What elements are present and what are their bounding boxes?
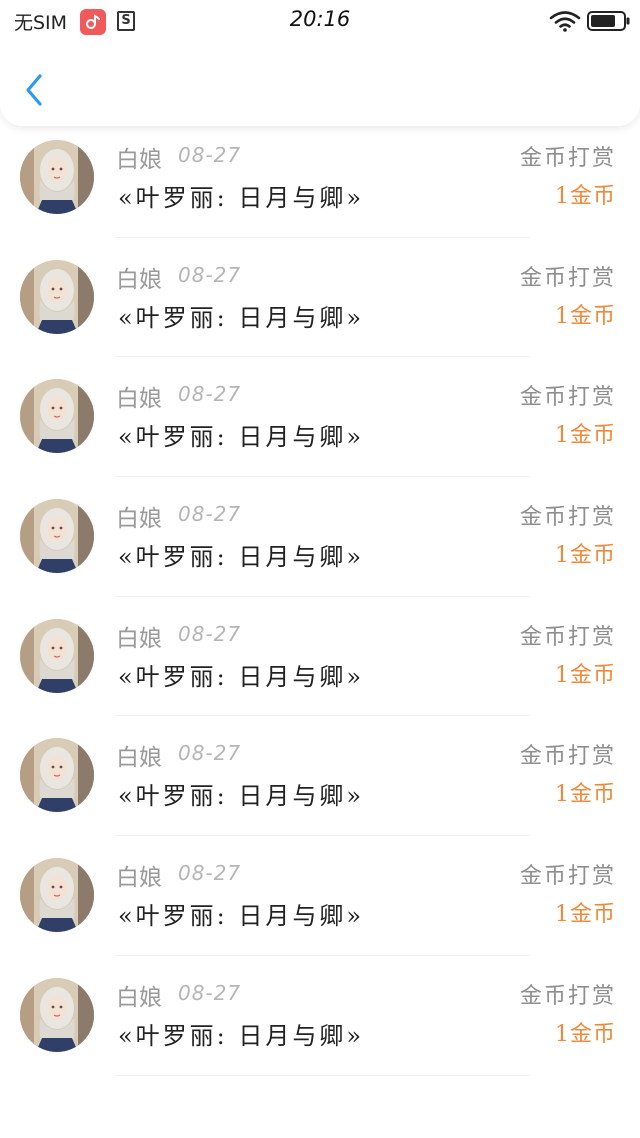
- book-title: «叶罗丽: 日月与卿»: [118, 423, 365, 452]
- date: 08-27: [178, 262, 242, 287]
- list-item[interactable]: 白娘 08-27 «叶罗丽: 日月与卿» 金币打赏 1金币: [0, 238, 640, 358]
- nav-bar: [0, 40, 640, 126]
- avatar[interactable]: [20, 977, 94, 1052]
- list-item[interactable]: 白娘 08-27 «叶罗丽: 日月与卿» 金币打赏 1金币: [0, 956, 640, 1076]
- avatar[interactable]: [20, 618, 94, 693]
- reward-amount: 1金币: [555, 902, 616, 928]
- user-name: 白娘: [116, 865, 162, 892]
- status-bar: 无SIM S 20:16: [0, 0, 640, 44]
- list-item[interactable]: 白娘 08-27 «叶罗丽: 日月与卿» 金币打赏 1金币: [0, 836, 640, 956]
- avatar[interactable]: [20, 379, 94, 454]
- date: 08-27: [178, 861, 242, 886]
- reward-label: 金币打赏: [519, 385, 616, 411]
- avatar[interactable]: [20, 140, 94, 214]
- date: 08-27: [178, 741, 242, 766]
- date: 08-27: [178, 382, 242, 407]
- user-name: 白娘: [116, 506, 162, 533]
- user-name: 白娘: [116, 745, 162, 772]
- chevron-left-icon: [26, 74, 42, 106]
- book-title: «叶罗丽: 日月与卿»: [118, 543, 365, 572]
- page: 无SIM S 20:16 白娘 08-27 «叶罗丽: 日月与卿» 金币打赏 1…: [0, 0, 640, 1138]
- book-title: «叶罗丽: 日月与卿»: [118, 902, 365, 931]
- reward-amount: 1金币: [555, 662, 616, 688]
- avatar[interactable]: [20, 259, 94, 334]
- user-name: 白娘: [116, 266, 162, 293]
- clock: 20:16: [289, 7, 351, 31]
- avatar[interactable]: [20, 858, 94, 933]
- reward-label: 金币打赏: [519, 146, 616, 171]
- book-title: «叶罗丽: 日月与卿»: [118, 662, 365, 691]
- user-name: 白娘: [116, 386, 162, 413]
- user-name: 白娘: [116, 625, 162, 652]
- date: 08-27: [178, 143, 242, 167]
- date: 08-27: [178, 980, 242, 1005]
- reward-label: 金币打赏: [519, 864, 616, 890]
- reward-amount: 1金币: [555, 782, 616, 808]
- reward-label: 金币打赏: [519, 744, 616, 770]
- avatar[interactable]: [20, 499, 94, 574]
- book-title: «叶罗丽: 日月与卿»: [118, 782, 365, 811]
- list-item[interactable]: 白娘 08-27 «叶罗丽: 日月与卿» 金币打赏 1金币: [0, 716, 640, 837]
- reward-amount: 1金币: [555, 543, 616, 569]
- divider: [116, 1074, 530, 1076]
- reward-label: 金币打赏: [519, 505, 616, 531]
- date: 08-27: [178, 502, 242, 527]
- book-title: «叶罗丽: 日月与卿»: [118, 303, 365, 332]
- list-item[interactable]: 白娘 08-27 «叶罗丽: 日月与卿» 金币打赏 1金币: [0, 118, 640, 238]
- reward-amount: 1金币: [555, 184, 616, 209]
- reward-amount: 1金币: [555, 303, 616, 329]
- battery-icon: [587, 11, 631, 31]
- reward-amount: 1金币: [555, 423, 616, 449]
- reward-amount: 1金币: [555, 1021, 616, 1047]
- wifi-icon: [549, 10, 581, 32]
- list-item[interactable]: 白娘 08-27 «叶罗丽: 日月与卿» 金币打赏 1金币: [0, 357, 640, 478]
- reward-label: 金币打赏: [519, 624, 616, 650]
- list-item[interactable]: 白娘 08-27 «叶罗丽: 日月与卿» 金币打赏 1金币: [0, 477, 640, 597]
- reward-label: 金币打赏: [519, 265, 616, 291]
- back-button[interactable]: [14, 68, 54, 112]
- reward-list: 白娘 08-27 «叶罗丽: 日月与卿» 金币打赏 1金币 白娘 08-27 «…: [0, 0, 640, 1076]
- reward-label: 金币打赏: [519, 983, 616, 1009]
- user-name: 白娘: [116, 984, 162, 1011]
- book-title: «叶罗丽: 日月与卿»: [118, 184, 365, 212]
- book-title: «叶罗丽: 日月与卿»: [118, 1021, 365, 1050]
- user-name: 白娘: [116, 147, 162, 173]
- avatar[interactable]: [20, 738, 94, 813]
- date: 08-27: [178, 621, 242, 646]
- list-item[interactable]: 白娘 08-27 «叶罗丽: 日月与卿» 金币打赏 1金币: [0, 597, 640, 717]
